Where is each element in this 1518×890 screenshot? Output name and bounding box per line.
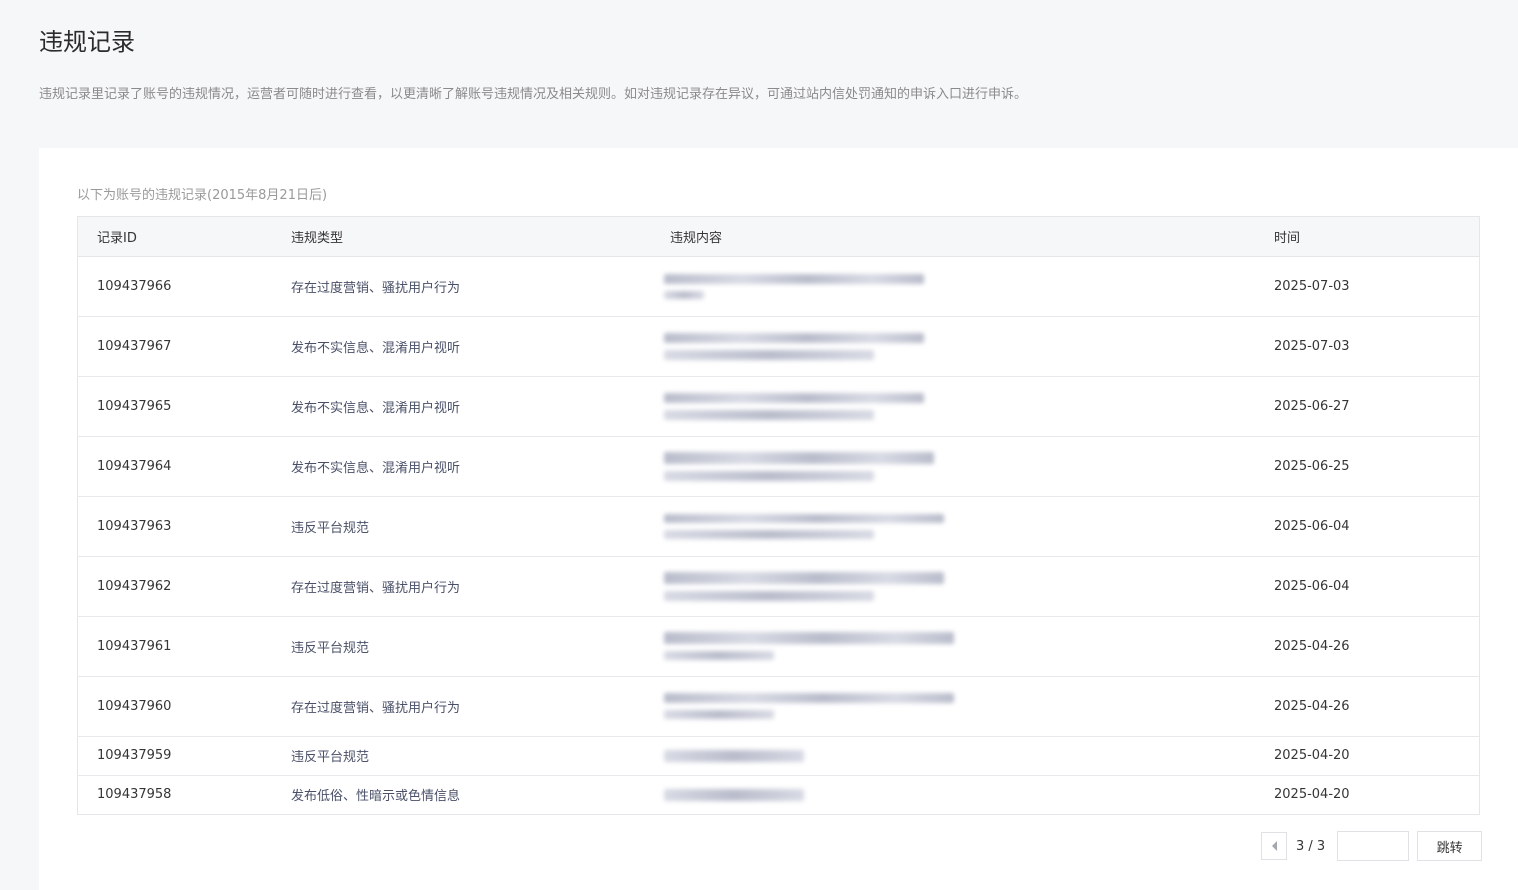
records-table: 记录ID 违规类型 违规内容 时间 109437966 存在过度营销、骚扰用户行为…: [77, 216, 1480, 815]
page-title: 违规记录: [39, 28, 135, 56]
violation-content-cell: [664, 616, 1274, 677]
redacted-content: [664, 392, 1274, 420]
redacted-line: [664, 788, 804, 801]
redacted-line: [664, 693, 954, 703]
pagination: 3 / 3 跳转: [1261, 831, 1483, 861]
page-indicator: 3 / 3: [1296, 838, 1326, 854]
record-id-cell: 109437958: [97, 787, 172, 803]
redacted-line: [664, 451, 934, 464]
redacted-line: [664, 513, 944, 523]
violation-content-cell: [664, 775, 1274, 814]
record-id-cell: 109437963: [78, 496, 291, 557]
redacted-line: [664, 651, 774, 660]
header-time: 时间: [1274, 217, 1479, 257]
violation-type-cell: 违反平台规范: [291, 496, 670, 557]
redacted-line: [664, 273, 924, 284]
header-record-id: 记录ID: [78, 217, 291, 257]
table-row: 109437960 存在过度营销、骚扰用户行为 2025-04-26: [78, 676, 1479, 737]
time-cell: 2025-04-26: [1274, 676, 1479, 737]
table-row: 109437959 违反平台规范 2025-04-20: [78, 736, 1479, 776]
time-cell: 2025-06-04: [1274, 496, 1479, 557]
violation-content-cell: [664, 676, 1274, 737]
redacted-line: [664, 571, 944, 584]
table-row: 109437966 存在过度营销、骚扰用户行为 2025-07-03: [78, 256, 1479, 317]
redacted-line: [664, 470, 874, 481]
page-description: 违规记录里记录了账号的违规情况，运营者可随时进行查看，以更清晰了解账号违规情况及…: [39, 87, 1028, 102]
violation-type-cell: 存在过度营销、骚扰用户行为: [291, 676, 670, 737]
table-row: 109437958 发布低俗、性暗示或色情信息 2025-04-20: [78, 775, 1479, 814]
violation-content-cell: [664, 436, 1274, 497]
violation-type-cell: 存在过度营销、骚扰用户行为: [291, 556, 670, 617]
time-cell: 2025-04-26: [1274, 616, 1479, 677]
record-id-cell: 109437967: [78, 316, 291, 377]
record-id-cell: 109437966: [78, 256, 291, 317]
time-cell: 2025-07-03: [1274, 256, 1479, 317]
violation-type-cell: 违反平台规范: [291, 616, 670, 677]
redacted-content: [664, 788, 1274, 801]
time-cell: 2025-07-03: [1274, 316, 1479, 377]
redacted-content: [664, 332, 1274, 360]
violation-type-cell: 违反平台规范: [291, 736, 670, 776]
prev-page-button[interactable]: [1261, 832, 1287, 860]
redacted-line: [664, 332, 924, 343]
header-violation-content: 违规内容: [670, 217, 1274, 257]
time-cell: 2025-06-27: [1274, 376, 1479, 437]
page-jump-input[interactable]: [1337, 831, 1410, 861]
record-id-cell: 109437964: [78, 436, 291, 497]
table-header-row: 记录ID 违规类型 违规内容 时间: [78, 217, 1479, 257]
violation-content-cell: [664, 316, 1274, 377]
records-card: 以下为账号的违规记录(2015年8月21日后) 记录ID 违规类型 违规内容 时…: [39, 148, 1518, 890]
violation-content-cell: [664, 736, 1274, 776]
table-row: 109437961 违反平台规范 2025-04-26: [78, 616, 1479, 677]
table-row: 109437964 发布不实信息、混淆用户视听 2025-06-25: [78, 436, 1479, 497]
redacted-line: [664, 590, 874, 601]
violation-content-cell: [664, 376, 1274, 437]
table-row: 109437963 违反平台规范 2025-06-04: [78, 496, 1479, 557]
violation-type-cell: 发布不实信息、混淆用户视听: [291, 376, 670, 437]
table-row: 109437965 发布不实信息、混淆用户视听 2025-06-27: [78, 376, 1479, 437]
header-violation-type: 违规类型: [291, 217, 670, 257]
record-id-cell: 109437959: [78, 736, 291, 776]
violation-content-cell: [664, 496, 1274, 557]
redacted-line: [664, 632, 954, 644]
time-cell: 2025-04-20: [1274, 787, 1350, 803]
redacted-content: [664, 513, 1274, 539]
redacted-content: [664, 451, 1274, 481]
violation-content-cell: [664, 556, 1274, 617]
time-cell: 2025-06-04: [1274, 556, 1479, 617]
record-id-cell: 109437961: [78, 616, 291, 677]
violation-type-cell: 存在过度营销、骚扰用户行为: [291, 256, 670, 317]
redacted-line: [664, 710, 774, 719]
record-id-cell: 109437960: [78, 676, 291, 737]
time-cell: 2025-04-20: [1274, 736, 1479, 776]
caret-left-icon: [1271, 841, 1277, 851]
redacted-line: [664, 290, 704, 299]
table-row: 109437967 发布不实信息、混淆用户视听 2025-07-03: [78, 316, 1479, 377]
redacted-line: [664, 749, 804, 762]
redacted-content: [664, 693, 1274, 719]
record-id-cell: 109437965: [78, 376, 291, 437]
violation-type-cell: 发布不实信息、混淆用户视听: [291, 436, 670, 497]
redacted-content: [664, 749, 1274, 762]
table-row: 109437962 存在过度营销、骚扰用户行为 2025-06-04: [78, 556, 1479, 617]
redacted-content: [664, 632, 1274, 660]
redacted-content: [664, 273, 1274, 299]
redacted-line: [664, 392, 924, 403]
violation-content-cell: [664, 256, 1274, 317]
redacted-line: [664, 529, 874, 539]
record-id-cell: 109437962: [78, 556, 291, 617]
redacted-line: [664, 409, 874, 420]
redacted-content: [664, 571, 1274, 601]
violation-type-cell: 发布低俗、性暗示或色情信息: [291, 789, 461, 805]
records-caption: 以下为账号的违规记录(2015年8月21日后): [77, 188, 328, 203]
violation-type-cell: 发布不实信息、混淆用户视听: [291, 316, 670, 377]
time-cell: 2025-06-25: [1274, 436, 1479, 497]
jump-button[interactable]: 跳转: [1417, 831, 1483, 861]
redacted-line: [664, 349, 874, 360]
